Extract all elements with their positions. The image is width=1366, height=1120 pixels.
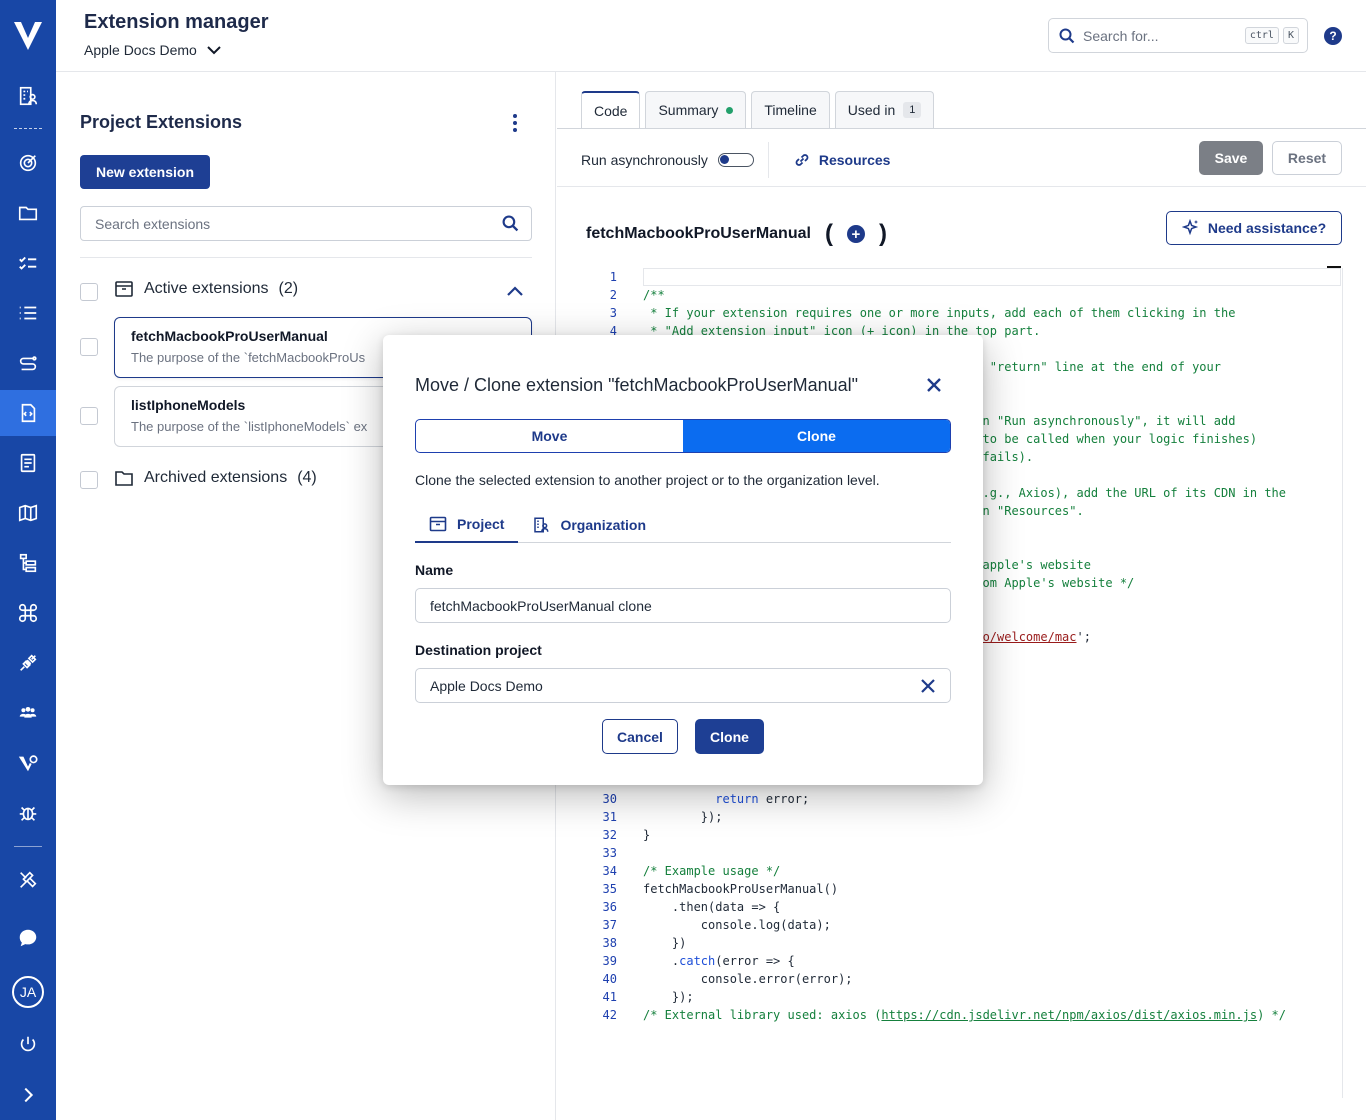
tab-label: Organization xyxy=(560,517,647,533)
organization-icon xyxy=(534,517,549,533)
dialog-description: Clone the selected extension to another … xyxy=(415,472,880,488)
close-icon[interactable] xyxy=(924,375,944,395)
destination-value: Apple Docs Demo xyxy=(430,677,543,694)
archive-box-icon xyxy=(429,516,447,532)
cancel-button[interactable]: Cancel xyxy=(602,719,678,754)
clear-icon[interactable] xyxy=(920,678,936,694)
destination-type-tabs: Project Organization xyxy=(415,507,951,543)
move-option[interactable]: Move xyxy=(416,420,683,452)
tab-organization[interactable]: Organization xyxy=(518,507,660,543)
tab-label: Project xyxy=(457,516,505,532)
name-input[interactable]: fetchMacbookProUserManual clone xyxy=(415,588,951,623)
move-clone-toggle: Move Clone xyxy=(415,419,951,453)
name-value: fetchMacbookProUserManual clone xyxy=(430,597,652,614)
destination-label: Destination project xyxy=(415,642,542,658)
clone-option[interactable]: Clone xyxy=(683,420,950,452)
destination-project-select[interactable]: Apple Docs Demo xyxy=(415,668,951,703)
name-label: Name xyxy=(415,562,454,578)
dialog-title: Move / Clone extension "fetchMacbookProU… xyxy=(415,375,858,395)
clone-button[interactable]: Clone xyxy=(695,719,764,754)
move-clone-dialog: Move / Clone extension "fetchMacbookProU… xyxy=(383,335,983,785)
tab-project[interactable]: Project xyxy=(415,507,519,543)
